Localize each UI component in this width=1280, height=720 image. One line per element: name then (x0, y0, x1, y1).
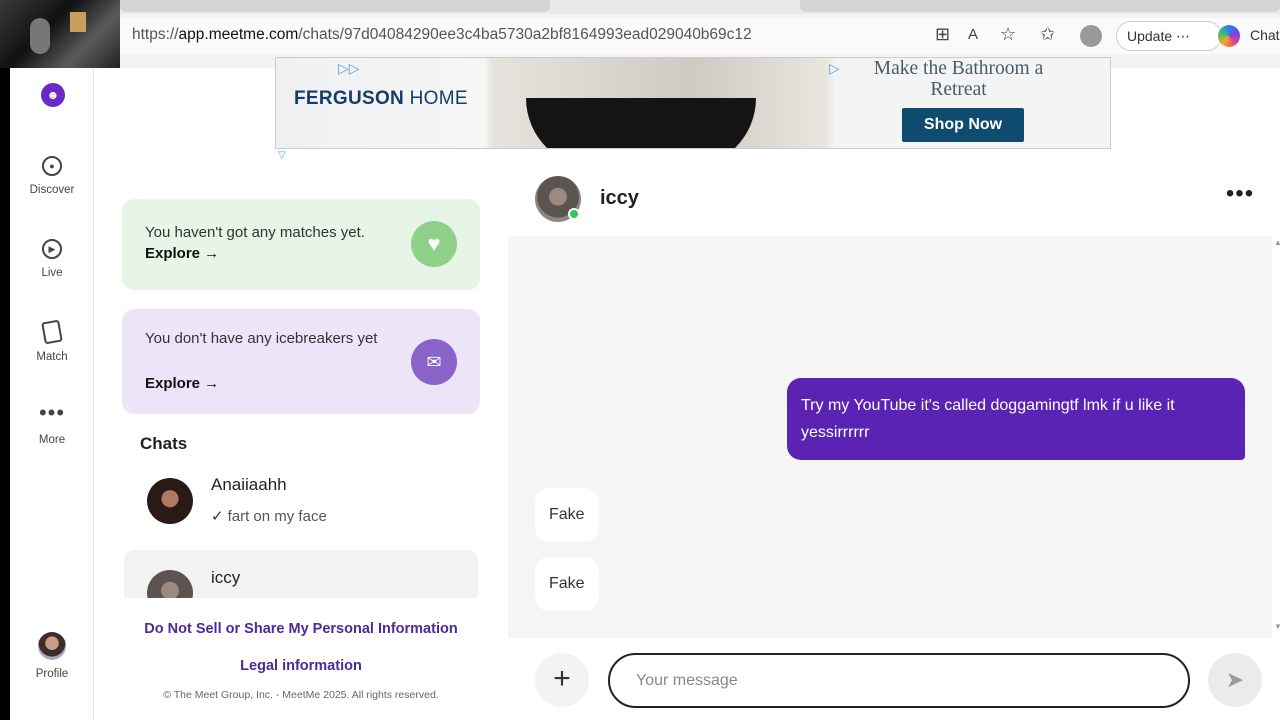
play-circle-icon: ▶ (42, 239, 62, 259)
nav-item-profile[interactable]: Profile (10, 632, 94, 680)
scroll-down-icon[interactable]: ▼ (1274, 622, 1280, 631)
browser-tab[interactable] (800, 0, 1280, 12)
send-icon[interactable]: ➤ (1208, 653, 1262, 707)
nav-item-discover[interactable]: ● Discover (10, 156, 94, 196)
ad-shop-now-button[interactable]: Shop Now (902, 108, 1024, 142)
icebreakers-text: You don't have any icebreakers yet (145, 330, 378, 347)
update-button[interactable]: Update ⋯ (1116, 21, 1222, 51)
avatar (147, 478, 193, 524)
nav-label: Discover (29, 184, 75, 196)
ad-play-icon: ▷ (829, 60, 840, 76)
favorite-star-icon[interactable]: ☆ (1000, 24, 1016, 45)
matches-explore-link[interactable]: Explore → (145, 245, 219, 262)
chat-list-item[interactable]: Anaiiaahh ✓ fart on my face (124, 470, 478, 534)
nav-label: More (38, 434, 66, 446)
copilot-icon[interactable] (1218, 25, 1240, 47)
heart-icon: ♥ (411, 221, 457, 267)
nav-item-match[interactable]: Match (10, 319, 94, 363)
envelope-icon: ✉ (411, 339, 457, 385)
copyright-text: © The Meet Group, Inc. - MeetMe 2025. Al… (163, 689, 439, 701)
ad-choices-icon[interactable]: ▽ (278, 150, 286, 161)
message-incoming: Fake (535, 557, 599, 611)
read-aloud-icon[interactable]: A (968, 26, 978, 43)
more-dots-icon: ••• (38, 400, 66, 425)
nav-label: Profile (35, 668, 69, 680)
more-options-icon[interactable]: ••• (1222, 182, 1258, 213)
ad-image (526, 98, 756, 148)
chats-heading: Chats (140, 434, 188, 453)
nav-label: Live (41, 267, 63, 279)
tab-strip (120, 0, 1280, 14)
online-status-icon (568, 208, 580, 220)
chat-preview: ✓ fart on my face (211, 508, 327, 525)
ad-headline: Make the Bathroom a Retreat (873, 58, 1044, 100)
map-pin-icon: ● (42, 156, 62, 176)
ad-brand: FERGUSON HOME (294, 88, 468, 109)
privacy-link[interactable]: Do Not Sell or Share My Personal Informa… (124, 621, 478, 637)
legal-link[interactable]: Legal information (124, 658, 478, 674)
favorites-icon[interactable]: ✩ (1040, 24, 1055, 45)
copilot-chat-label[interactable]: Chat (1250, 27, 1280, 43)
nav-item-live[interactable]: ▶ Live (10, 239, 94, 279)
icebreakers-card[interactable]: You don't have any icebreakers yet Explo… (122, 309, 480, 414)
message-input[interactable] (608, 653, 1190, 708)
avatar (38, 632, 66, 660)
matches-card[interactable]: You haven't got any matches yet. Explore… (122, 199, 480, 290)
ad-banner[interactable]: ▷▷ ▷ FERGUSON HOME Make the Bathroom a R… (275, 57, 1111, 149)
chat-list: Anaiiaahh ✓ fart on my face iccy (120, 470, 484, 598)
matches-text: You haven't got any matches yet. (145, 224, 365, 241)
webcam-overlay (0, 0, 120, 68)
ad-play-icon: ▷▷ (338, 60, 360, 76)
url-text[interactable]: https://app.meetme.com/chats/97d04084290… (132, 26, 752, 44)
window-edge (0, 68, 10, 720)
browser-tab[interactable] (120, 0, 550, 12)
address-bar[interactable]: https://app.meetme.com/chats/97d04084290… (120, 18, 1280, 54)
meetme-logo-icon[interactable]: ☻ (41, 83, 65, 107)
chat-name: Anaiiaahh (211, 475, 287, 494)
conversation-title[interactable]: iccy (600, 187, 639, 210)
add-attachment-button[interactable]: + (535, 653, 589, 707)
chat-list-item[interactable]: iccy (124, 550, 478, 598)
profile-icon[interactable] (1080, 25, 1102, 47)
avatar (147, 570, 193, 598)
message-outgoing: Try my YouTube it's called doggamingtf l… (787, 378, 1245, 460)
message-incoming: Fake (535, 488, 599, 542)
icebreakers-explore-link[interactable]: Explore → (145, 375, 219, 392)
read-check-icon: ✓ (211, 508, 224, 525)
scroll-up-icon[interactable]: ▲ (1274, 238, 1280, 247)
side-nav: ☻ ● Discover ▶ Live Match ••• More Profi… (10, 68, 94, 720)
nav-label: Match (36, 351, 68, 363)
cards-icon (41, 319, 63, 345)
app-install-icon[interactable]: ⊞ (935, 24, 950, 45)
chat-name: iccy (211, 568, 241, 587)
nav-item-more[interactable]: ••• More (10, 400, 94, 447)
